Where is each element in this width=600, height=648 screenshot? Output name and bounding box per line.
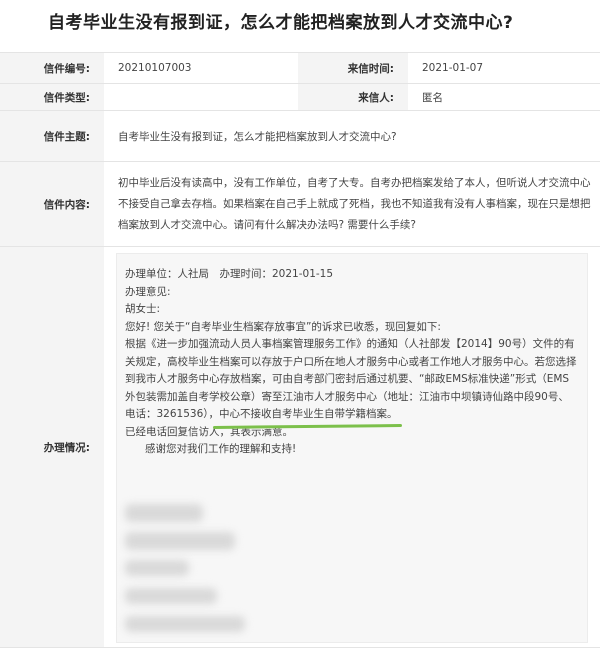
page-title: 自考毕业生没有报到证，怎么才能把档案放到人才交流中心? [48, 13, 514, 33]
reply-highlighted-sentence: 中心不接收自考毕业生自带学籍档案。 [213, 406, 402, 429]
letter-number-label: 信件编号: [0, 53, 104, 83]
reply-label: 办理情况: [0, 247, 104, 647]
sender-value: 匿名 [422, 91, 443, 104]
content-value: 初中毕业后没有读高中，没有工作单位，自考了大专。自考办把档案发给了本人，但听说人… [118, 176, 591, 231]
reply-box: 办理单位：人社局 办理时间：2021-01-15 办理意见: 胡女士: 您好! … [116, 253, 588, 643]
redacted-blur-2 [125, 532, 235, 550]
redacted-blur-5 [125, 616, 245, 632]
letter-number-value: 20210107003 [118, 62, 192, 74]
letter-date-label: 来信时间: [298, 53, 408, 83]
reply-opinion-label: 办理意见: [125, 285, 171, 298]
subject-label: 信件主题: [0, 111, 104, 161]
reply-paragraph-2: 根据《进一步加强流动人员人事档案管理服务工作》的通知（人社部发【2014】90号… [125, 336, 579, 429]
sender-label: 来信人: [298, 84, 408, 110]
letter-type-label: 信件类型: [0, 84, 104, 110]
content-cell: 初中毕业后没有读高中，没有工作单位，自考了大专。自考办把档案发给了本人，但听说人… [104, 162, 600, 246]
letter-detail-table: 信件编号: 20210107003 来信时间: 2021-01-07 信件类型:… [0, 52, 600, 648]
page-header: 自考毕业生没有报到证，怎么才能把档案放到人才交流中心? [0, 0, 600, 50]
row-reply: 办理情况: 办理单位：人社局 办理时间：2021-01-15 办理意见: 胡女士… [0, 247, 600, 648]
row-subject: 信件主题: 自考毕业生没有报到证，怎么才能把档案放到人才交流中心? [0, 111, 600, 162]
letter-type-value [104, 84, 298, 110]
subject-value: 自考毕业生没有报到证，怎么才能把档案放到人才交流中心? [118, 130, 397, 143]
row-letter-number: 信件编号: 20210107003 来信时间: 2021-01-07 [0, 53, 600, 84]
letter-date-value: 2021-01-07 [422, 62, 484, 74]
row-content: 信件内容: 初中毕业后没有读高中，没有工作单位，自考了大专。自考办把档案发给了本… [0, 162, 600, 247]
redacted-blur-3 [125, 560, 189, 576]
reply-greeting: 胡女士: [125, 303, 161, 315]
row-letter-type: 信件类型: 来信人: 匿名 [0, 84, 600, 111]
redacted-blur-4 [125, 588, 217, 604]
reply-highlight-text: 中心不接收自考毕业生自带学籍档案。 [219, 408, 398, 420]
reply-unit-line: 办理单位：人社局 办理时间：2021-01-15 [125, 268, 334, 280]
reply-paragraph-4: 感谢您对我们工作的理解和支持! [145, 443, 297, 455]
reply-paragraph-1: 您好! 您关于“自考毕业生档案存放事宜”的诉求已收悉，现回复如下: [125, 320, 441, 333]
content-label: 信件内容: [0, 162, 104, 246]
redacted-blur-1 [125, 504, 203, 522]
